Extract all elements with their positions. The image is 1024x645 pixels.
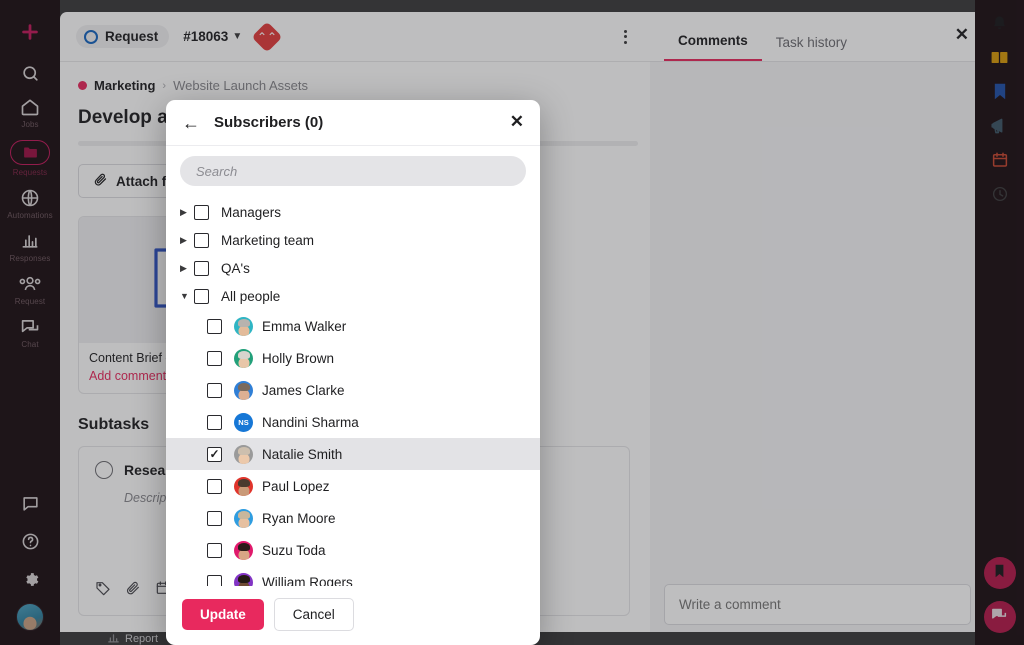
person-name: Natalie Smith bbox=[262, 446, 343, 462]
person-name: Nandini Sharma bbox=[262, 414, 359, 430]
app-root: Jobs Requests Automations Responses Requ… bbox=[0, 0, 1024, 645]
dialog-header: ← Subscribers (0) ✕ bbox=[166, 100, 540, 146]
group-row-qas[interactable]: ▶ QA's bbox=[166, 254, 540, 282]
person-checkbox[interactable] bbox=[207, 446, 222, 462]
avatar bbox=[234, 508, 253, 528]
avatar bbox=[234, 316, 253, 336]
list-item[interactable]: Suzu Toda bbox=[166, 534, 540, 566]
cancel-button[interactable]: Cancel bbox=[273, 598, 354, 631]
avatar-initials: NS bbox=[238, 417, 249, 427]
person-checkbox[interactable] bbox=[207, 510, 222, 526]
back-arrow-icon[interactable]: ← bbox=[182, 114, 200, 132]
person-checkbox[interactable] bbox=[207, 542, 222, 558]
person-checkbox[interactable] bbox=[207, 318, 222, 334]
person-name: William Rogers bbox=[262, 574, 353, 587]
group-checkbox[interactable] bbox=[194, 288, 209, 304]
avatar bbox=[234, 540, 253, 560]
group-label: Managers bbox=[221, 204, 282, 220]
person-name: Holly Brown bbox=[262, 350, 335, 366]
chevron-right-icon[interactable]: ▶ bbox=[180, 207, 194, 218]
avatar bbox=[234, 444, 253, 464]
group-row-marketing-team[interactable]: ▶ Marketing team bbox=[166, 226, 540, 254]
group-row-managers[interactable]: ▶ Managers bbox=[166, 198, 540, 226]
list-item[interactable]: James Clarke bbox=[166, 374, 540, 406]
dialog-title: Subscribers (0) bbox=[214, 114, 324, 131]
group-row-all-people[interactable]: ▼ All people bbox=[166, 282, 540, 310]
group-checkbox[interactable] bbox=[194, 260, 209, 276]
update-button[interactable]: Update bbox=[182, 599, 264, 630]
subscribers-dialog: ← Subscribers (0) ✕ ▶ Managers ▶ Marketi… bbox=[166, 100, 540, 645]
list-item[interactable]: Ryan Moore bbox=[166, 502, 540, 534]
group-label: Marketing team bbox=[221, 232, 315, 248]
person-name: Paul Lopez bbox=[262, 478, 330, 494]
list-item[interactable]: Holly Brown bbox=[166, 342, 540, 374]
chevron-right-icon[interactable]: ▶ bbox=[180, 235, 194, 246]
list-item[interactable]: Natalie Smith bbox=[166, 438, 540, 470]
chevron-right-icon[interactable]: ▶ bbox=[180, 263, 194, 274]
person-name: Suzu Toda bbox=[262, 542, 326, 558]
group-checkbox[interactable] bbox=[194, 204, 209, 220]
avatar bbox=[234, 380, 253, 400]
list-item[interactable]: NS Nandini Sharma bbox=[166, 406, 540, 438]
person-checkbox[interactable] bbox=[207, 382, 222, 398]
person-name: Emma Walker bbox=[262, 318, 347, 334]
person-checkbox[interactable] bbox=[207, 414, 222, 430]
list-item[interactable]: Paul Lopez bbox=[166, 470, 540, 502]
person-checkbox[interactable] bbox=[207, 350, 222, 366]
subscribers-list[interactable]: ▶ Managers ▶ Marketing team ▶ QA's ▼ All… bbox=[166, 192, 540, 586]
person-name: James Clarke bbox=[262, 382, 345, 398]
person-checkbox[interactable] bbox=[207, 478, 222, 494]
search-input[interactable] bbox=[180, 156, 526, 186]
list-item[interactable]: Emma Walker bbox=[166, 310, 540, 342]
chevron-down-icon[interactable]: ▼ bbox=[180, 291, 194, 301]
search-container bbox=[166, 146, 540, 192]
dialog-footer: Update Cancel bbox=[166, 586, 540, 645]
group-label: QA's bbox=[221, 260, 250, 276]
avatar: NS bbox=[234, 412, 253, 432]
avatar bbox=[234, 348, 253, 368]
list-item[interactable]: William Rogers bbox=[166, 566, 540, 586]
person-checkbox[interactable] bbox=[207, 574, 222, 586]
person-name: Ryan Moore bbox=[262, 510, 336, 526]
avatar bbox=[234, 476, 253, 496]
avatar bbox=[234, 572, 253, 586]
group-label: All people bbox=[221, 288, 281, 304]
close-icon[interactable]: ✕ bbox=[510, 113, 524, 130]
group-checkbox[interactable] bbox=[194, 232, 209, 248]
